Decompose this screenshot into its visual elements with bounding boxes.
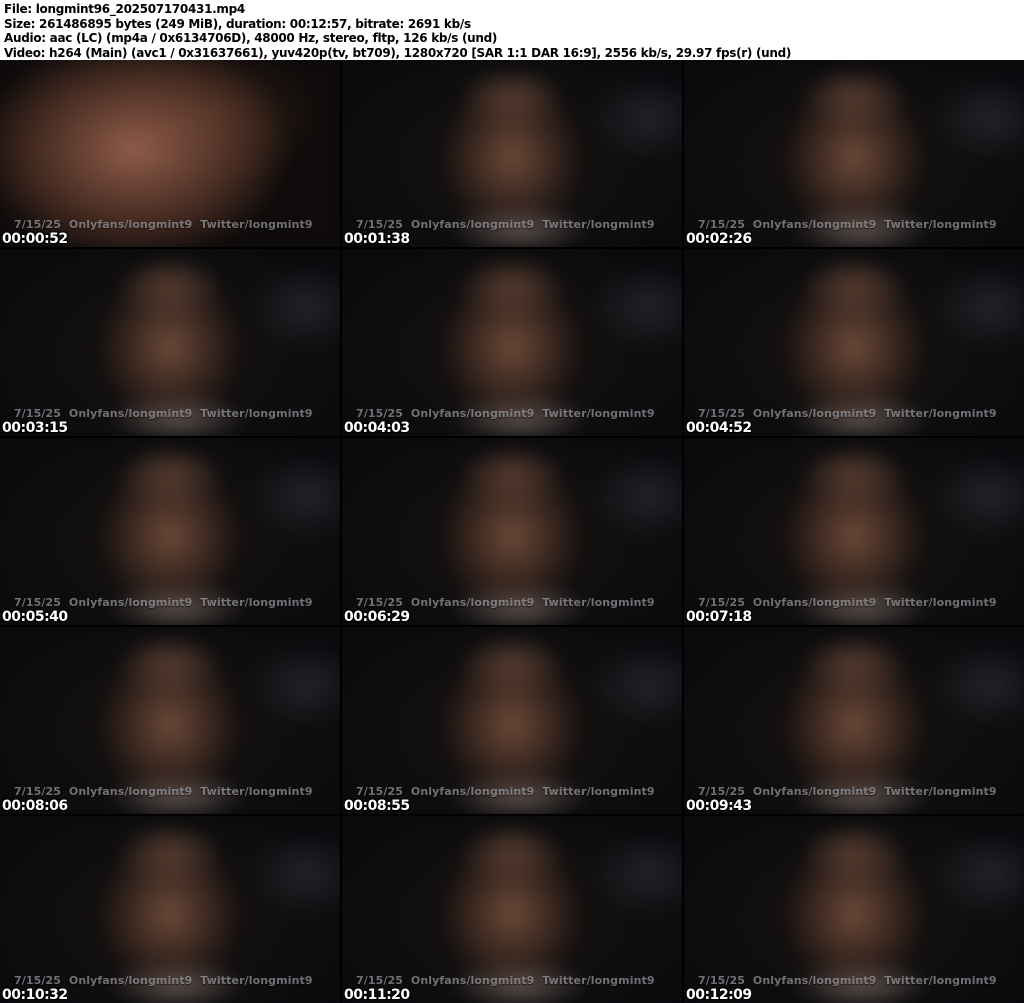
- watermark-text: 7/15/25 Onlyfans/longmint9 Twitter/longm…: [698, 785, 997, 798]
- timestamp-label: 00:08:06: [2, 798, 68, 814]
- file-name-line: File: longmint96_202507170431.mp4: [4, 2, 245, 16]
- video-thumbnail: 7/15/25 Onlyfans/longmint9 Twitter/longm…: [684, 438, 1024, 625]
- watermark-text: 7/15/25 Onlyfans/longmint9 Twitter/longm…: [698, 596, 997, 609]
- video-thumbnail: 7/15/25 Onlyfans/longmint9 Twitter/longm…: [0, 60, 340, 247]
- audio-info-line: Audio: aac (LC) (mp4a / 0x6134706D), 480…: [4, 31, 498, 45]
- timestamp-label: 00:12:09: [686, 987, 752, 1003]
- watermark-text: 7/15/25 Onlyfans/longmint9 Twitter/longm…: [14, 596, 313, 609]
- watermark-text: 7/15/25 Onlyfans/longmint9 Twitter/longm…: [698, 407, 997, 420]
- video-thumbnail: 7/15/25 Onlyfans/longmint9 Twitter/longm…: [342, 60, 682, 247]
- watermark-text: 7/15/25 Onlyfans/longmint9 Twitter/longm…: [356, 218, 655, 231]
- timestamp-label: 00:07:18: [686, 609, 752, 625]
- video-thumbnail: 7/15/25 Onlyfans/longmint9 Twitter/longm…: [0, 249, 340, 436]
- timestamp-label: 00:09:43: [686, 798, 752, 814]
- watermark-text: 7/15/25 Onlyfans/longmint9 Twitter/longm…: [356, 596, 655, 609]
- timestamp-label: 00:04:03: [344, 420, 410, 436]
- watermark-text: 7/15/25 Onlyfans/longmint9 Twitter/longm…: [14, 785, 313, 798]
- timestamp-label: 00:10:32: [2, 987, 68, 1003]
- watermark-text: 7/15/25 Onlyfans/longmint9 Twitter/longm…: [356, 785, 655, 798]
- video-thumbnail: 7/15/25 Onlyfans/longmint9 Twitter/longm…: [342, 249, 682, 436]
- timestamp-label: 00:03:15: [2, 420, 68, 436]
- timestamp-label: 00:01:38: [344, 231, 410, 247]
- watermark-text: 7/15/25 Onlyfans/longmint9 Twitter/longm…: [698, 218, 997, 231]
- file-size-line: Size: 261486895 bytes (249 MiB), duratio…: [4, 16, 471, 31]
- video-info-line: Video: h264 (Main) (avc1 / 0x31637661), …: [4, 45, 792, 60]
- timestamp-label: 00:08:55: [344, 798, 410, 814]
- timestamp-label: 00:02:26: [686, 231, 752, 247]
- video-thumbnail: 7/15/25 Onlyfans/longmint9 Twitter/longm…: [684, 60, 1024, 247]
- watermark-text: 7/15/25 Onlyfans/longmint9 Twitter/longm…: [356, 974, 655, 987]
- timestamp-label: 00:05:40: [2, 609, 68, 625]
- watermark-text: 7/15/25 Onlyfans/longmint9 Twitter/longm…: [14, 218, 313, 231]
- thumbnail-grid: 7/15/25 Onlyfans/longmint9 Twitter/longm…: [0, 60, 1024, 1003]
- timestamp-label: 00:00:52: [2, 231, 68, 247]
- video-thumbnail: 7/15/25 Onlyfans/longmint9 Twitter/longm…: [684, 627, 1024, 814]
- video-contact-sheet: File: longmint96_202507170431.mp4 Size: …: [0, 0, 1024, 1003]
- video-thumbnail: 7/15/25 Onlyfans/longmint9 Twitter/longm…: [0, 438, 340, 625]
- watermark-text: 7/15/25 Onlyfans/longmint9 Twitter/longm…: [356, 407, 655, 420]
- video-thumbnail: 7/15/25 Onlyfans/longmint9 Twitter/longm…: [684, 816, 1024, 1003]
- timestamp-label: 00:04:52: [686, 420, 752, 436]
- video-thumbnail: 7/15/25 Onlyfans/longmint9 Twitter/longm…: [684, 249, 1024, 436]
- video-thumbnail: 7/15/25 Onlyfans/longmint9 Twitter/longm…: [342, 627, 682, 814]
- media-info-header: File: longmint96_202507170431.mp4 Size: …: [0, 0, 1024, 60]
- watermark-text: 7/15/25 Onlyfans/longmint9 Twitter/longm…: [698, 974, 997, 987]
- timestamp-label: 00:06:29: [344, 609, 410, 625]
- watermark-text: 7/15/25 Onlyfans/longmint9 Twitter/longm…: [14, 407, 313, 420]
- video-thumbnail: 7/15/25 Onlyfans/longmint9 Twitter/longm…: [342, 438, 682, 625]
- video-thumbnail: 7/15/25 Onlyfans/longmint9 Twitter/longm…: [0, 627, 340, 814]
- timestamp-label: 00:11:20: [344, 987, 410, 1003]
- watermark-text: 7/15/25 Onlyfans/longmint9 Twitter/longm…: [14, 974, 313, 987]
- video-thumbnail: 7/15/25 Onlyfans/longmint9 Twitter/longm…: [0, 816, 340, 1003]
- video-thumbnail: 7/15/25 Onlyfans/longmint9 Twitter/longm…: [342, 816, 682, 1003]
